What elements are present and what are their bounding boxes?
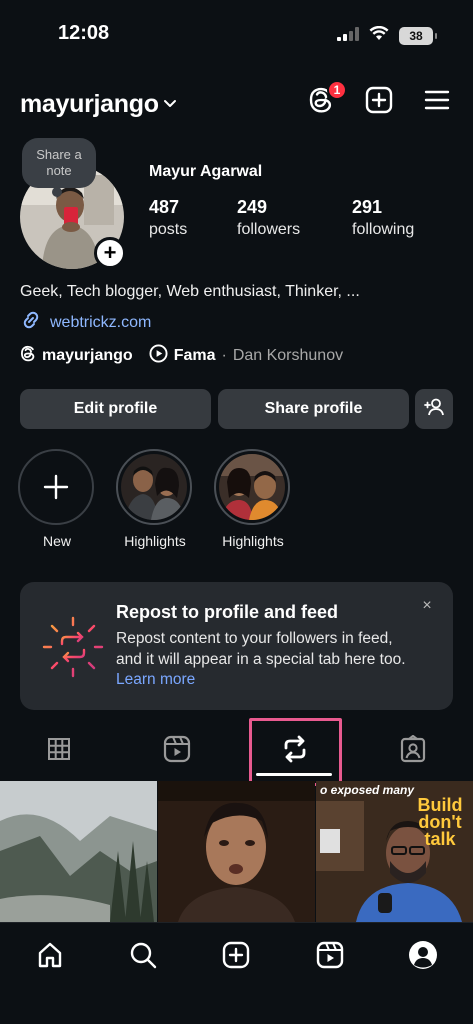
reels-icon bbox=[316, 941, 344, 974]
stat-value: 249 bbox=[237, 197, 268, 217]
highlight-cover[interactable] bbox=[116, 449, 192, 525]
share-note-bubble[interactable]: Share a note bbox=[22, 138, 96, 197]
menu-button[interactable] bbox=[421, 86, 453, 118]
home-icon bbox=[36, 941, 64, 974]
profile-header: mayurjango 1 bbox=[20, 80, 453, 126]
highlight-cover[interactable] bbox=[214, 449, 290, 525]
annotation-highlight-box bbox=[249, 718, 342, 786]
discover-people-button[interactable] bbox=[415, 389, 453, 429]
stat-following[interactable]: 291 following bbox=[352, 197, 414, 239]
stat-label: followers bbox=[237, 221, 301, 238]
status-bar: 12:08 38 bbox=[0, 0, 473, 70]
highlight-item[interactable]: Highlights bbox=[116, 449, 194, 549]
header-actions: 1 bbox=[305, 80, 453, 118]
add-person-icon bbox=[424, 398, 444, 421]
tab-reels[interactable] bbox=[118, 722, 236, 780]
create-icon bbox=[222, 941, 250, 974]
highlight-cover-image bbox=[121, 454, 187, 520]
profile-bio[interactable]: Geek, Tech blogger, Web enthusiast, Thin… bbox=[20, 283, 360, 301]
stat-followers[interactable]: 249 followers bbox=[237, 197, 300, 239]
tagged-icon bbox=[399, 734, 427, 768]
profile-link[interactable]: webtrickz.com bbox=[20, 309, 151, 336]
add-story-button[interactable]: + bbox=[94, 237, 126, 269]
share-profile-button[interactable]: Share profile bbox=[218, 389, 409, 429]
cellular-signal-icon bbox=[337, 26, 359, 46]
story-highlights: New Highlights Highlights bbox=[18, 449, 473, 559]
grid-post[interactable]: o exposed many Build don't talk bbox=[316, 781, 473, 922]
stat-label: following bbox=[352, 221, 415, 238]
profile-icon bbox=[408, 940, 438, 975]
highlight-label: Highlights bbox=[222, 533, 284, 549]
profile-screen: 12:08 38 mayurjango 1 + Share a note May… bbox=[0, 0, 473, 1024]
create-post-icon bbox=[365, 86, 393, 119]
wifi-icon bbox=[369, 25, 389, 46]
chevron-down-icon[interactable] bbox=[163, 96, 177, 114]
post-caption: o exposed many bbox=[320, 783, 415, 797]
repost-card-body: Repost content to your followers in feed… bbox=[116, 629, 416, 691]
nav-create[interactable] bbox=[216, 937, 256, 977]
link-icon bbox=[20, 309, 42, 336]
stat-value: 291 bbox=[352, 197, 383, 217]
profile-action-buttons: Edit profile Share profile bbox=[20, 389, 453, 429]
highlight-cover-image bbox=[219, 454, 285, 520]
post-sign-text: Build don't talk bbox=[417, 795, 463, 849]
link-text[interactable]: webtrickz.com bbox=[50, 314, 151, 332]
plus-icon bbox=[43, 474, 69, 500]
status-icons: 38 bbox=[337, 25, 437, 46]
play-icon bbox=[149, 344, 168, 368]
grid-post[interactable] bbox=[0, 781, 157, 922]
grid-icon bbox=[47, 737, 71, 766]
grid-post[interactable] bbox=[158, 781, 315, 922]
repost-grid: o exposed many Build don't talk bbox=[0, 781, 473, 922]
highlight-label: New bbox=[42, 533, 71, 549]
plus-icon: + bbox=[103, 240, 117, 265]
repost-info-card: Repost to profile and feed Repost conten… bbox=[20, 582, 453, 710]
nav-profile[interactable] bbox=[403, 937, 443, 977]
search-icon bbox=[129, 941, 157, 974]
nav-search[interactable] bbox=[123, 937, 163, 977]
learn-more-link[interactable]: Learn more bbox=[116, 671, 195, 688]
reels-icon bbox=[163, 735, 191, 768]
bottom-navigation bbox=[0, 922, 473, 1024]
tab-tagged[interactable] bbox=[354, 722, 472, 780]
account-switcher[interactable]: mayurjango bbox=[20, 90, 159, 119]
stat-value: 487 bbox=[149, 197, 180, 217]
nav-reels[interactable] bbox=[310, 937, 350, 977]
threads-notification-badge: 1 bbox=[327, 80, 347, 100]
stat-posts[interactable]: 487 posts bbox=[149, 197, 187, 239]
threads-button[interactable]: 1 bbox=[305, 80, 347, 118]
profile-stats: 487 posts 249 followers 291 following bbox=[149, 197, 443, 243]
menu-icon bbox=[424, 89, 450, 116]
status-time: 12:08 bbox=[58, 22, 110, 44]
nav-home[interactable] bbox=[30, 937, 70, 977]
threads-handle[interactable]: mayurjango bbox=[42, 347, 133, 365]
highlight-label: Highlights bbox=[124, 533, 186, 549]
music-artist: Dan Korshunov bbox=[232, 347, 344, 364]
music-title[interactable]: Fama bbox=[174, 347, 216, 365]
create-post-button[interactable] bbox=[363, 86, 395, 118]
repost-card-title: Repost to profile and feed bbox=[116, 602, 339, 622]
highlight-item[interactable]: Highlights bbox=[214, 449, 292, 549]
display-name: Mayur Agarwal bbox=[149, 163, 263, 180]
edit-profile-button[interactable]: Edit profile bbox=[20, 389, 211, 429]
threads-icon bbox=[20, 345, 36, 367]
profile-content-tabs bbox=[0, 722, 473, 780]
music-separator: · bbox=[221, 347, 227, 364]
stat-label: posts bbox=[149, 221, 188, 238]
profile-badges: mayurjango Fama · Dan Korshunov bbox=[20, 344, 343, 368]
new-highlight[interactable]: New bbox=[18, 449, 96, 549]
repost-card-text: Repost content to your followers in feed… bbox=[116, 630, 406, 668]
repost-sparkle-icon bbox=[40, 614, 106, 680]
new-highlight-circle[interactable] bbox=[18, 449, 94, 525]
close-icon[interactable]: × bbox=[417, 596, 437, 616]
tab-grid[interactable] bbox=[0, 722, 118, 780]
battery-indicator: 38 bbox=[399, 27, 437, 45]
